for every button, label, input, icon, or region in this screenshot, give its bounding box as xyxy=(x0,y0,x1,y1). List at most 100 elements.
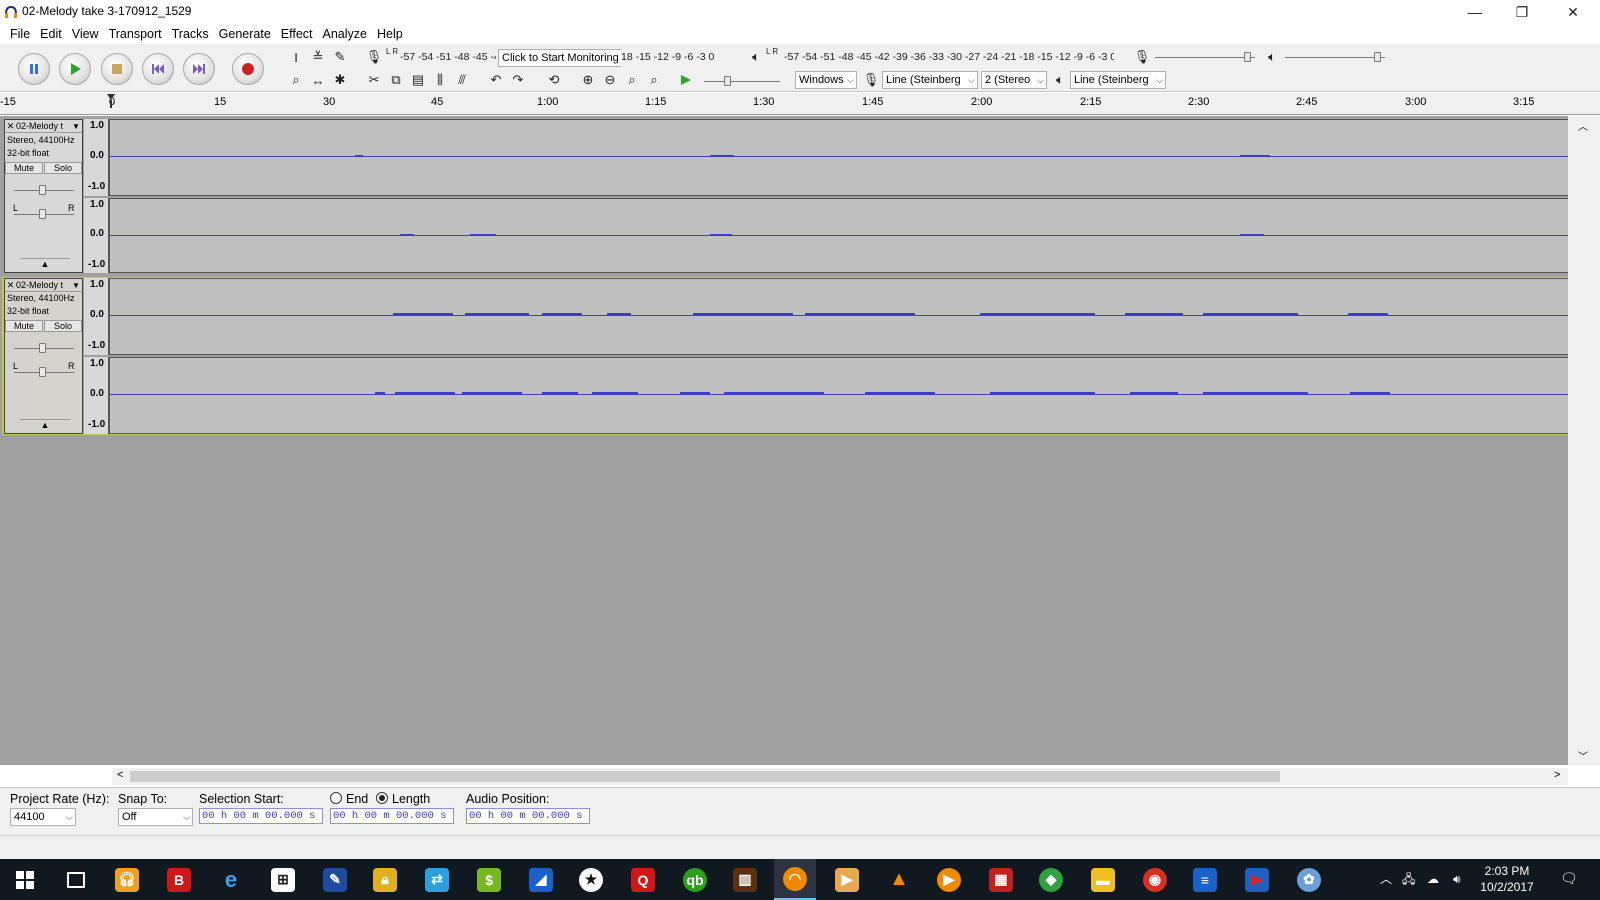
track-name-bar[interactable]: ✕ 02-Melody t ▼ xyxy=(5,279,82,292)
start-monitoring-button[interactable]: Click to Start Monitoring xyxy=(498,49,623,67)
recording-volume-thumb[interactable] xyxy=(1244,52,1251,62)
close-track-icon[interactable]: ✕ xyxy=(5,280,16,291)
track-menu-chevron-icon[interactable]: ▼ xyxy=(72,281,82,290)
speaker-meter-icon[interactable]: 🔈︎ xyxy=(746,47,766,67)
selection-start-field[interactable]: 00 h 00 m 00.000 s xyxy=(199,808,323,824)
taskbar-app[interactable]: ✿ xyxy=(1288,859,1330,900)
playback-device-select[interactable]: Line (Steinberg ⌵ xyxy=(1070,71,1166,89)
selection-length-field[interactable]: 00 h 00 m 00.000 s xyxy=(330,808,454,824)
menu-file[interactable]: File xyxy=(5,24,35,44)
menu-help[interactable]: Help xyxy=(372,24,408,44)
taskbar-app[interactable]: qb xyxy=(674,859,716,900)
taskbar-app[interactable]: ◆ xyxy=(1030,859,1072,900)
timeshift-tool-icon[interactable]: ↔ xyxy=(308,70,328,90)
recording-channels-select[interactable]: 2 (Stereo ⌵ xyxy=(981,71,1047,89)
taskbar-app[interactable]: e xyxy=(210,859,252,900)
menu-generate[interactable]: Generate xyxy=(214,24,276,44)
draw-tool-icon[interactable]: ✎ xyxy=(330,47,350,67)
taskbar-app[interactable]: ✎ xyxy=(314,859,356,900)
scroll-up-icon[interactable]: ︿ xyxy=(1578,118,1588,133)
taskbar-app[interactable]: ◢ xyxy=(520,859,562,900)
taskbar-app[interactable]: ⇄ xyxy=(416,859,458,900)
track-menu-chevron-icon[interactable]: ▼ xyxy=(72,122,82,131)
scroll-left-icon[interactable]: < xyxy=(117,769,123,781)
scroll-right-icon[interactable]: > xyxy=(1554,769,1560,781)
track-name-bar[interactable]: ✕ 02-Melody t ▼ xyxy=(5,120,82,133)
taskbar-app[interactable]: 🔒︎ xyxy=(364,859,406,900)
pan-thumb[interactable] xyxy=(39,209,46,219)
horizontal-scrollbar[interactable]: < > xyxy=(112,768,1568,785)
taskbar-app[interactable]: ▶ xyxy=(826,859,868,900)
minimize-button[interactable]: — xyxy=(1452,0,1498,24)
multi-tool-icon[interactable]: ✱ xyxy=(330,70,350,90)
undo-icon[interactable]: ↶ xyxy=(486,70,506,90)
skip-to-end-button[interactable] xyxy=(183,53,215,85)
skip-to-start-button[interactable] xyxy=(142,53,174,85)
silence-icon[interactable]: ⫻ xyxy=(452,70,472,90)
gain-thumb[interactable] xyxy=(39,185,46,195)
record-button[interactable] xyxy=(232,53,264,85)
end-radio[interactable] xyxy=(330,792,342,804)
mute-button[interactable]: Mute xyxy=(5,162,43,174)
fit-project-icon[interactable]: ⌕ xyxy=(644,70,664,90)
close-track-icon[interactable]: ✕ xyxy=(5,121,16,132)
track-name[interactable]: 02-Melody t xyxy=(16,121,72,131)
taskbar-app[interactable]: 🎧︎ xyxy=(106,859,148,900)
cut-icon[interactable]: ✂ xyxy=(364,70,384,90)
taskbar-app[interactable]: ▬ xyxy=(1082,859,1124,900)
onedrive-cloud-icon[interactable]: ☁︎ xyxy=(1427,871,1439,887)
stop-button[interactable] xyxy=(101,53,133,85)
trim-icon[interactable]: ⫼ xyxy=(430,70,450,90)
recording-device-select[interactable]: Line (Steinberg ⌵ xyxy=(882,71,978,89)
clock[interactable]: 2:03 PM 10/2/2017 xyxy=(1476,863,1538,895)
audio-position-field[interactable]: 00 h 00 m 00.000 s xyxy=(466,808,590,824)
zoom-tool-icon[interactable]: ⌕ xyxy=(286,70,306,90)
close-button[interactable]: ✕ xyxy=(1550,0,1596,24)
menu-analyze[interactable]: Analyze xyxy=(318,24,372,44)
taskbar-app[interactable]: ★ xyxy=(570,859,612,900)
show-hidden-icons-chevron-icon[interactable]: ︿ xyxy=(1380,871,1392,887)
play-speed-slider[interactable] xyxy=(704,81,780,82)
taskbar-app[interactable]: ▲ xyxy=(878,859,920,900)
taskbar-app[interactable]: Q xyxy=(622,859,664,900)
menu-view[interactable]: View xyxy=(67,24,104,44)
redo-icon[interactable]: ↷ xyxy=(508,70,528,90)
taskbar-app[interactable]: ▶ xyxy=(928,859,970,900)
taskbar-app[interactable]: $ xyxy=(468,859,510,900)
taskbar-app[interactable]: ⊞ xyxy=(262,859,304,900)
horizontal-scroll-thumb[interactable] xyxy=(130,771,1280,782)
taskbar-app-audacity[interactable]: ◠ xyxy=(774,859,816,900)
taskbar-app[interactable]: ▦ xyxy=(980,859,1022,900)
vertical-scrollbar[interactable]: ︿ ﹀ xyxy=(1568,116,1600,765)
zoom-out-icon[interactable]: ⊖ xyxy=(600,70,620,90)
playback-volume-thumb[interactable] xyxy=(1374,52,1381,62)
zoom-in-icon[interactable]: ⊕ xyxy=(578,70,598,90)
collapse-track-button[interactable]: ▲ xyxy=(20,258,70,269)
menu-tracks[interactable]: Tracks xyxy=(167,24,214,44)
length-radio[interactable] xyxy=(376,792,388,804)
paste-icon[interactable]: ▤ xyxy=(408,70,428,90)
menu-effect[interactable]: Effect xyxy=(276,24,318,44)
selection-tool-icon[interactable]: I xyxy=(286,47,306,67)
pause-button[interactable] xyxy=(18,53,50,85)
network-icon[interactable]: 🖧︎ xyxy=(1402,871,1415,887)
audio-host-select[interactable]: Windows ⌵ xyxy=(795,71,857,89)
taskbar-app[interactable]: ▥ xyxy=(724,859,766,900)
play-speed-thumb[interactable] xyxy=(724,76,731,86)
play-at-speed-icon[interactable] xyxy=(676,70,696,90)
gain-thumb[interactable] xyxy=(39,343,46,353)
solo-button[interactable]: Solo xyxy=(44,162,82,174)
recording-volume-slider[interactable] xyxy=(1155,57,1255,58)
start-button[interactable] xyxy=(4,859,46,900)
envelope-tool-icon[interactable]: ≚ xyxy=(308,47,328,67)
task-view-button[interactable] xyxy=(55,859,97,900)
scroll-down-icon[interactable]: ﹀ xyxy=(1578,748,1588,763)
mute-button[interactable]: Mute xyxy=(5,320,43,332)
fit-selection-icon[interactable]: ⌕ xyxy=(622,70,642,90)
menu-transport[interactable]: Transport xyxy=(104,24,167,44)
snap-to-select[interactable]: Off ⌵ xyxy=(118,808,193,826)
playback-volume-slider[interactable] xyxy=(1285,57,1385,58)
project-rate-select[interactable]: 44100 ⌵ xyxy=(10,808,76,826)
track-name[interactable]: 02-Melody t xyxy=(16,280,72,290)
menu-edit[interactable]: Edit xyxy=(35,24,67,44)
